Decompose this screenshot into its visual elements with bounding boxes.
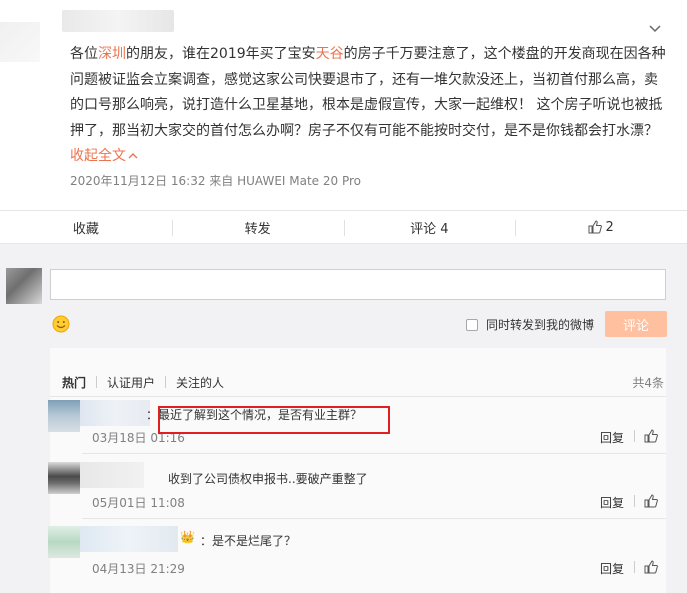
forward-option[interactable]: 同时转发到我的微博 <box>466 316 594 333</box>
chevron-up-icon <box>128 153 138 159</box>
collect-button[interactable]: 收藏 <box>0 211 172 243</box>
forward-label: 转发 <box>244 221 271 237</box>
weibo-post: 各位深圳的朋友，谁在2019年买了宝安天谷的房子千万要注意了，这个楼盘的开发商现… <box>0 0 687 210</box>
commenter-avatar[interactable] <box>48 462 80 494</box>
like-count: 2 <box>605 219 614 235</box>
collect-label: 收藏 <box>72 221 99 237</box>
topic-link-shenzhen[interactable]: 深圳 <box>98 46 126 62</box>
collapse-text-link[interactable]: 收起全文 <box>70 148 138 164</box>
comment-time: 04月13日 21:29 <box>92 562 185 576</box>
post-meta: 2020年11月12日 16:32 来自 HUAWEI Mate 20 Pro <box>70 174 361 188</box>
current-user-avatar <box>6 268 42 304</box>
thumbs-up-icon <box>588 220 603 234</box>
highlight-box <box>158 406 390 434</box>
comment-time: 05月01日 11:08 <box>92 496 185 510</box>
topic-link-tiangu[interactable]: 天谷 <box>316 46 344 62</box>
post-text-part: 各位 <box>70 46 98 62</box>
reply-button[interactable]: 回复 <box>600 494 624 511</box>
tab-divider <box>165 376 167 388</box>
post-text: 各位深圳的朋友，谁在2019年买了宝安天谷的房子千万要注意了，这个楼盘的开发商现… <box>70 42 670 170</box>
comment-input[interactable] <box>50 269 666 300</box>
thumbs-up-icon[interactable] <box>644 494 658 508</box>
comment-list: 热门 认证用户 关注的人 共4条 ：最近了解到这个情况，是否有业主群？ 03月1… <box>48 348 666 593</box>
blurred-avatar <box>0 22 40 62</box>
forward-button[interactable]: 转发 <box>171 211 344 243</box>
like-button[interactable]: 2 <box>515 211 687 243</box>
tab-following[interactable]: 关注的人 <box>176 374 232 391</box>
divider <box>634 430 635 442</box>
divider <box>634 495 635 507</box>
commenter-avatar[interactable] <box>48 400 80 432</box>
blurred-commenter-name[interactable] <box>80 526 178 552</box>
commenter-avatar[interactable] <box>48 526 80 558</box>
divider <box>634 561 635 573</box>
blurred-commenter-name[interactable] <box>80 400 150 426</box>
thumbs-up-icon[interactable] <box>644 429 658 443</box>
post-text-part: 的朋友，谁在2019年买了宝安 <box>126 46 316 62</box>
divider <box>82 453 666 454</box>
blurred-username[interactable] <box>62 10 174 32</box>
reply-button[interactable]: 回复 <box>600 429 624 446</box>
divider <box>82 518 666 519</box>
crown-icon: 👑 <box>180 530 195 544</box>
reply-button[interactable]: 回复 <box>600 560 624 577</box>
thumbs-up-icon[interactable] <box>644 560 658 574</box>
comment-label: 评论 4 <box>410 221 449 237</box>
emoji-icon[interactable] <box>52 315 70 333</box>
comment-panel: 同时转发到我的微博 评论 热门 认证用户 关注的人 共4条 ：最近了解到这个情况… <box>0 244 687 593</box>
submit-comment-button[interactable]: 评论 <box>605 311 667 337</box>
comment-total: 共4条 <box>632 376 664 390</box>
comment-tabs: 热门 认证用户 关注的人 <box>62 374 232 391</box>
comment-text: 收到了公司债权申报书..要破产重整了 <box>168 472 368 486</box>
chevron-down-icon[interactable] <box>648 22 662 36</box>
tab-hot[interactable]: 热门 <box>62 374 94 391</box>
blurred-commenter-name[interactable] <box>80 462 144 488</box>
tab-verified-users[interactable]: 认证用户 <box>107 374 163 391</box>
tab-divider <box>96 376 98 388</box>
post-action-bar: 收藏 转发 评论 4 2 <box>0 210 687 244</box>
forward-checkbox[interactable] <box>466 318 478 331</box>
comment-text: ：是不是烂尾了？ <box>200 534 297 548</box>
forward-option-label: 同时转发到我的微博 <box>486 318 595 332</box>
divider <box>50 396 666 397</box>
comment-button[interactable]: 评论 4 <box>343 211 516 243</box>
